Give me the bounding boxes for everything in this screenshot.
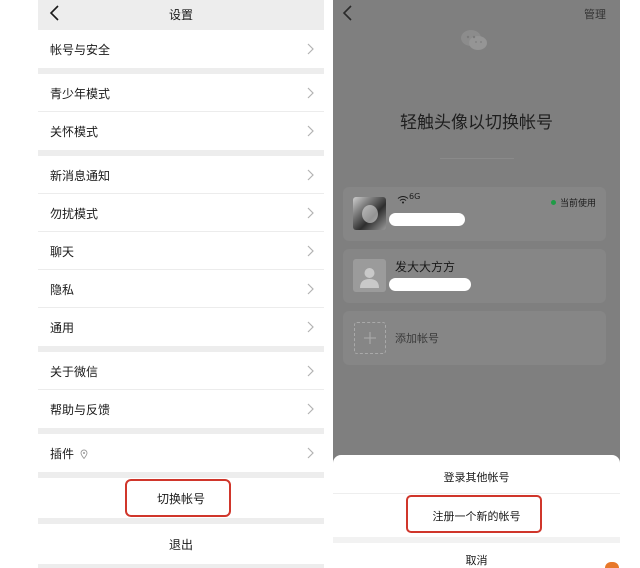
- settings-item-label: 帐号与安全: [50, 43, 111, 57]
- network-label: 6G: [409, 192, 421, 201]
- settings-item-label: 关怀模式: [50, 125, 99, 139]
- default-avatar-icon: [360, 268, 379, 288]
- settings-item-account-security[interactable]: 帐号与安全: [38, 30, 324, 68]
- settings-item-do-not-disturb[interactable]: 勿扰模式: [38, 194, 324, 232]
- settings-item-label: 帮助与反馈: [50, 403, 111, 417]
- avatar: [353, 259, 386, 292]
- switch-instruction-title: 轻触头像以切换帐号: [400, 113, 553, 133]
- switch-account-button[interactable]: 切换帐号: [38, 478, 324, 518]
- avatar: [353, 197, 386, 230]
- settings-item-label: 新消息通知: [50, 169, 111, 183]
- settings-item-plugins[interactable]: 插件: [38, 434, 324, 472]
- chevron-right-icon: [307, 403, 314, 415]
- logout-button[interactable]: 退出: [38, 524, 324, 564]
- settings-item-chat[interactable]: 聊天: [38, 232, 324, 270]
- highlight-box: [406, 495, 542, 533]
- watermark-mark: [605, 562, 619, 568]
- settings-item-notifications[interactable]: 新消息通知: [38, 156, 324, 194]
- current-use-status: 当前使用: [550, 196, 596, 209]
- settings-title: 设置: [168, 8, 193, 22]
- settings-item-label: 插件: [50, 445, 88, 462]
- wechat-logo-icon: [461, 30, 487, 50]
- plugins-label-text: 插件: [50, 447, 75, 461]
- settings-screen: 设置 帐号与安全 青少年模式 关怀模式 新消息通知 勿扰模式 聊天 隐私 通用 …: [38, 0, 324, 568]
- location-pin-icon: [80, 449, 88, 459]
- settings-nav-bar: 设置: [38, 0, 324, 28]
- back-arrow-icon[interactable]: [341, 4, 355, 22]
- redacted-id: [389, 278, 471, 291]
- action-sheet: 登录其他帐号 注册一个新的帐号 取消: [333, 455, 620, 568]
- settings-item-help-feedback[interactable]: 帮助与反馈: [38, 390, 324, 428]
- manage-button[interactable]: 管理: [584, 6, 606, 22]
- chevron-right-icon: [307, 447, 314, 459]
- chevron-right-icon: [307, 43, 314, 55]
- settings-item-about[interactable]: 关于微信: [38, 352, 324, 390]
- logout-label: 退出: [168, 538, 193, 552]
- settings-item-label: 勿扰模式: [50, 207, 99, 221]
- chevron-right-icon: [307, 321, 314, 333]
- settings-item-label: 聊天: [50, 245, 75, 259]
- wifi-icon: [397, 196, 409, 204]
- add-account-card[interactable]: 添加帐号: [343, 311, 606, 365]
- status-text: 当前使用: [559, 199, 596, 209]
- add-account-box: [354, 322, 386, 354]
- settings-item-label: 青少年模式: [50, 87, 111, 101]
- redacted-name: [389, 213, 465, 226]
- settings-item-label: 关于微信: [50, 365, 99, 379]
- settings-item-teen-mode[interactable]: 青少年模式: [38, 74, 324, 112]
- chevron-right-icon: [307, 245, 314, 257]
- status-dot-icon: [550, 200, 556, 205]
- account-switcher-screen: 管理 轻触头像以切换帐号 6G 当前使用 发大大方方 添加帐号 登录其他帐号 注…: [333, 0, 620, 568]
- account-card-other[interactable]: 发大大方方: [343, 249, 606, 303]
- settings-item-label: 隐私: [50, 283, 75, 297]
- settings-item-care-mode[interactable]: 关怀模式: [38, 112, 324, 150]
- chevron-right-icon: [307, 283, 314, 295]
- cancel-option[interactable]: 取消: [333, 552, 620, 568]
- settings-list: 帐号与安全 青少年模式 关怀模式 新消息通知 勿扰模式 聊天 隐私 通用 关于微…: [38, 30, 324, 568]
- settings-item-general[interactable]: 通用: [38, 308, 324, 346]
- settings-item-label: 通用: [50, 321, 75, 335]
- chevron-right-icon: [307, 169, 314, 181]
- divider: [440, 158, 514, 159]
- add-account-label: 添加帐号: [395, 332, 439, 345]
- account-name: 发大大方方: [395, 260, 456, 274]
- login-other-account-option[interactable]: 登录其他帐号: [333, 469, 620, 485]
- chevron-right-icon: [307, 125, 314, 137]
- chevron-right-icon: [307, 207, 314, 219]
- settings-item-privacy[interactable]: 隐私: [38, 270, 324, 308]
- highlight-box: [125, 479, 231, 517]
- chevron-right-icon: [307, 365, 314, 377]
- plus-icon: [364, 332, 376, 344]
- account-card-current[interactable]: 6G 当前使用: [343, 187, 606, 241]
- chevron-right-icon: [307, 87, 314, 99]
